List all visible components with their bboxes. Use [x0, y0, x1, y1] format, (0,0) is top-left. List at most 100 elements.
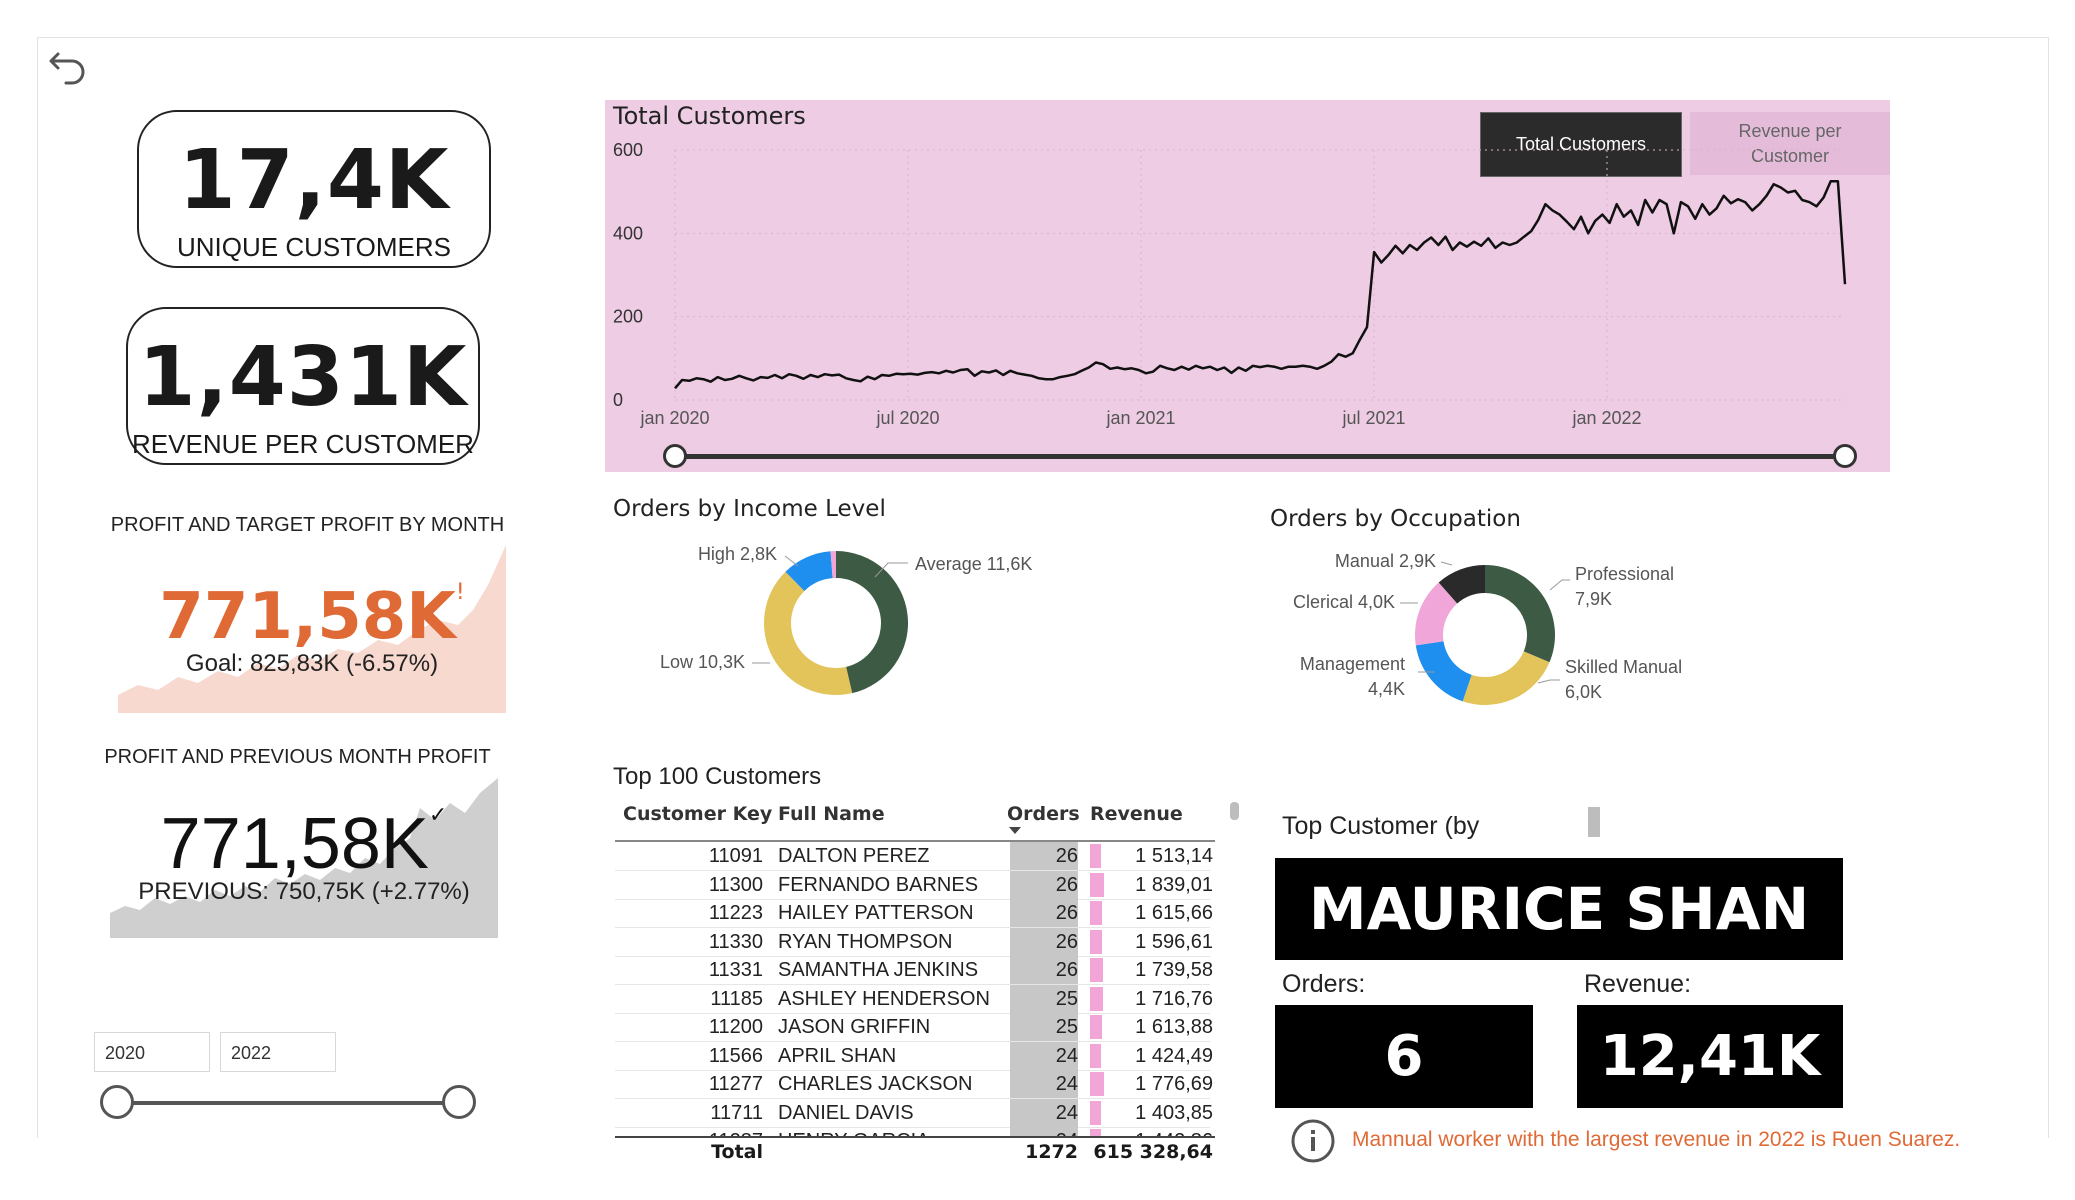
date-slider-track[interactable]: [675, 454, 1845, 459]
table-row[interactable]: 11200 JASON GRIFFIN 25 1 613,88: [615, 1013, 1213, 1042]
top-customer-scrollbar[interactable]: [1588, 807, 1600, 837]
cell-orders: 26: [1055, 845, 1078, 867]
donut-data-label: Professional: [1575, 564, 1674, 584]
cell-revenue: 1 613,88: [1135, 1016, 1213, 1038]
table-row[interactable]: 11331 SAMANTHA JENKINS 26 1 739,58: [615, 956, 1213, 985]
total-customers-line-chart: 0 200 400 600 jan 2020 jul 2020 jan 2021 jul 20…: [613, 140, 1847, 428]
table-row[interactable]: 11330 RYAN THOMPSON 26 1 596,61: [615, 927, 1213, 957]
cell-orders: 24: [1055, 1101, 1078, 1124]
x-tick-label: jan 2022: [1571, 408, 1641, 428]
table-row[interactable]: 11185 ASHLEY HENDERSON 25 1 716,76: [615, 984, 1213, 1014]
cell-customer-key: 11091: [708, 845, 763, 867]
profit-previous-label: PREVIOUS: 750,75K (+2.77%): [138, 878, 470, 905]
table-row[interactable]: 11287HENRY GARCIA241 442,86: [615, 1127, 1213, 1136]
donut-slice-skilled-manual: [1462, 651, 1550, 705]
unique-customers-label: UNIQUE CUSTOMERS: [177, 232, 451, 262]
table-row[interactable]: 11277 CHARLES JACKSON 24 1 776,69: [615, 1070, 1213, 1099]
cell-full-name: CHARLES JACKSON: [778, 1073, 973, 1095]
table-row[interactable]: 11566 APRIL SHAN 24 1 424,49: [615, 1041, 1213, 1071]
donut-slice-low: [764, 571, 853, 695]
unique-customers-value: 17,4K: [178, 133, 450, 228]
cell-orders: 26: [1055, 902, 1078, 924]
revenue-per-customer-card: 1,431K REVENUE PER CUSTOMER: [126, 307, 480, 465]
cell-orders: 26: [1055, 873, 1078, 896]
cell-full-name: DALTON PEREZ: [778, 845, 930, 867]
profit-previous-title: PROFIT AND PREVIOUS MONTH PROFIT: [104, 746, 491, 768]
cell-orders: 25: [1055, 987, 1078, 1010]
cell-customer-key: 11223: [708, 902, 763, 924]
table-row[interactable]: 11223 HAILEY PATTERSON 26 1 615,66: [615, 899, 1213, 928]
back-button[interactable]: [46, 46, 90, 90]
cell-full-name: RYAN THOMPSON: [778, 930, 953, 953]
cell-orders: 26: [1055, 959, 1078, 981]
cell-full-name: DANIEL DAVIS: [778, 1101, 914, 1124]
income-donut-chart: Average 11,6K Low 10,3K High 2,8K: [660, 544, 1032, 695]
info-icon[interactable]: [1290, 1118, 1336, 1164]
profit-previous-card: 771,58K✓ PREVIOUS: 750,75K (+2.77%): [110, 778, 498, 938]
donut-data-label: Management: [1300, 654, 1405, 674]
donut-data-label: Clerical 4,0K: [1293, 592, 1395, 612]
cell-revenue: 1 776,69: [1135, 1073, 1213, 1095]
table-row[interactable]: 11300 FERNANDO BARNES 26 1 839,01: [615, 870, 1213, 900]
cell-full-name: APRIL SHAN: [778, 1044, 897, 1067]
income-donut-title: Orders by Income Level: [613, 496, 886, 522]
x-tick-label: jul 2021: [1341, 408, 1405, 428]
header-customer-key[interactable]: Customer Key: [623, 803, 772, 825]
total-orders: 1272: [1025, 1141, 1078, 1163]
cell-customer-key: 11277: [708, 1073, 763, 1095]
revenue-per-customer-label: REVENUE PER CUSTOMER: [132, 429, 474, 459]
table-row[interactable]: 11091 DALTON PEREZ 26 1 513,14: [615, 842, 1213, 871]
total-customers-series-line: [674, 180, 1847, 390]
cell-orders: 26: [1055, 930, 1078, 953]
donut-data-label: 4,4K: [1368, 679, 1405, 699]
occupation-donut-title: Orders by Occupation: [1270, 506, 1521, 532]
total-label: Total: [711, 1141, 763, 1163]
header-full-name[interactable]: Full Name: [778, 803, 885, 825]
header-orders[interactable]: Orders: [1007, 803, 1080, 825]
cell-customer-key: 11200: [708, 1016, 763, 1038]
year-slider-start-handle[interactable]: [100, 1085, 134, 1119]
date-slider-end-handle[interactable]: [1833, 444, 1857, 468]
y-tick-label: 400: [613, 223, 643, 243]
donut-leader-line: [1537, 679, 1560, 684]
donut-leader-line: [784, 555, 799, 567]
year-from-input[interactable]: 2020: [94, 1032, 210, 1072]
header-revenue[interactable]: Revenue: [1090, 803, 1183, 825]
date-slider-start-handle[interactable]: [663, 444, 687, 468]
total-row: Total 1272 615 328,64: [615, 1138, 1215, 1168]
cell-full-name: FERNANDO BARNES: [778, 873, 979, 896]
x-tick-label: jan 2021: [1105, 408, 1175, 428]
revenue-per-customer-value: 1,431K: [138, 330, 468, 425]
donut-data-label: Manual 2,9K: [1335, 551, 1436, 571]
cell-revenue: 1 513,14: [1135, 845, 1213, 867]
donut-data-label: High 2,8K: [698, 544, 777, 564]
cell-full-name: SAMANTHA JENKINS: [778, 959, 979, 981]
donut-data-label: Low 10,3K: [660, 652, 745, 672]
year-to-input[interactable]: 2022: [220, 1032, 336, 1072]
back-arrow-icon: [49, 52, 85, 85]
cell-orders: 25: [1055, 1016, 1078, 1038]
donut-data-label: 7,9K: [1575, 589, 1612, 609]
donut-slice-professional: [1485, 565, 1555, 663]
cell-revenue: 1 403,85: [1135, 1101, 1213, 1124]
y-tick-label: 200: [613, 307, 643, 327]
total-customers-panel: Total Customers Total Customers Revenue …: [605, 100, 1890, 472]
top100-table: Customer Key Full Name Orders Revenue 11…: [615, 800, 1239, 1170]
cell-revenue: 1 596,61: [1135, 930, 1213, 953]
check-indicator-icon: ✓: [428, 803, 448, 828]
table-scrollbar[interactable]: [1230, 802, 1239, 820]
top-customer-revenue-value: 12,41K: [1577, 1005, 1843, 1108]
cell-full-name: ASHLEY HENDERSON: [778, 987, 990, 1010]
cell-revenue: 1 739,58: [1135, 959, 1213, 981]
table-row[interactable]: 11711 DANIEL DAVIS 24 1 403,85: [615, 1098, 1213, 1128]
warning-indicator-icon: !: [455, 580, 465, 605]
cell-customer-key: 11330: [708, 930, 763, 953]
year-slider-track[interactable]: [118, 1101, 458, 1105]
profit-target-title: PROFIT AND TARGET PROFIT BY MONTH: [110, 514, 505, 536]
donut-data-label: Average 11,6K: [915, 554, 1032, 574]
profit-target-value: 771,58K: [159, 580, 456, 654]
total-revenue: 615 328,64: [1093, 1141, 1213, 1163]
cell-customer-key: 11566: [708, 1044, 763, 1067]
cell-customer-key: 11711: [710, 1101, 763, 1124]
year-slider-end-handle[interactable]: [442, 1085, 476, 1119]
